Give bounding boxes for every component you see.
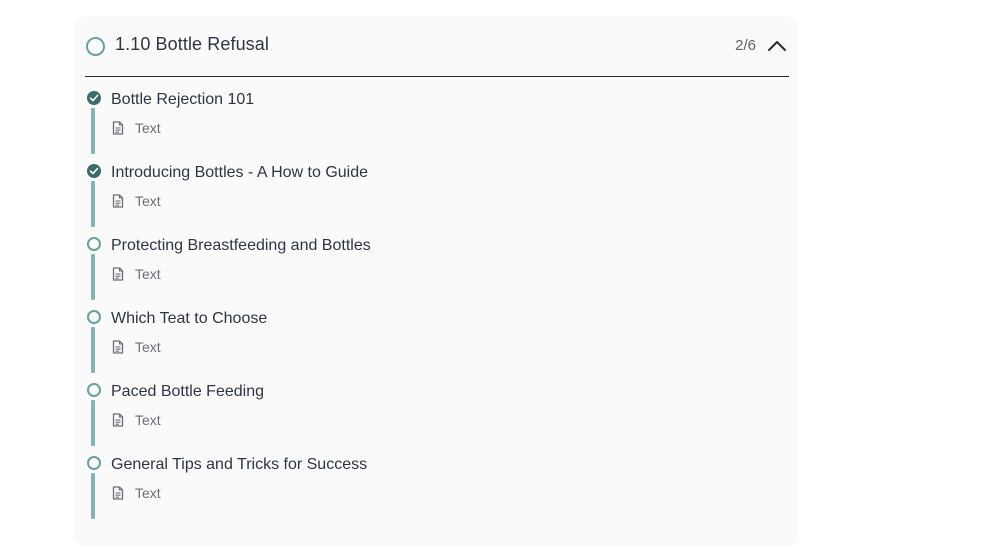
document-icon: [112, 413, 124, 427]
lesson-rail: [91, 327, 95, 373]
circle-outline-icon: [87, 383, 101, 397]
chevron-up-icon[interactable]: [766, 36, 788, 56]
lesson-type-label: Text: [135, 266, 161, 282]
lesson-item[interactable]: Paced Bottle Feeding Text: [75, 381, 798, 454]
lesson-title[interactable]: Paced Bottle Feeding: [111, 383, 264, 401]
lesson-rail: [91, 181, 95, 227]
lesson-rail: [91, 108, 95, 154]
lesson-rail: [91, 254, 95, 300]
lesson-title[interactable]: Which Teat to Choose: [111, 310, 267, 328]
circle-outline-icon: [87, 237, 101, 251]
lesson-list: Bottle Rejection 101 Text Introducing Bo…: [75, 89, 798, 527]
lesson-type-label: Text: [135, 485, 161, 501]
lesson-title[interactable]: Bottle Rejection 101: [111, 91, 254, 109]
lesson-type-label: Text: [135, 193, 161, 209]
lesson-type-label: Text: [135, 120, 161, 136]
lesson-type-label: Text: [135, 339, 161, 355]
document-icon: [112, 486, 124, 500]
module-status-icon: [86, 37, 105, 56]
circle-outline-icon: [87, 456, 101, 470]
module-title: 1.10 Bottle Refusal: [115, 34, 269, 54]
lesson-item[interactable]: General Tips and Tricks for Success Text: [75, 454, 798, 527]
circle-outline-icon: [87, 310, 101, 324]
lesson-item[interactable]: Protecting Breastfeeding and Bottles Tex…: [75, 235, 798, 308]
lesson-rail: [91, 400, 95, 446]
lesson-title[interactable]: Protecting Breastfeeding and Bottles: [111, 237, 371, 255]
lesson-item[interactable]: Bottle Rejection 101 Text: [75, 89, 798, 162]
module-card: 1.10 Bottle Refusal 2/6 Bottle Rejection…: [75, 16, 798, 546]
module-header[interactable]: 1.10 Bottle Refusal 2/6: [85, 16, 789, 77]
lesson-title[interactable]: General Tips and Tricks for Success: [111, 456, 367, 474]
check-circle-icon: [87, 91, 101, 105]
document-icon: [112, 121, 124, 135]
check-circle-icon: [87, 164, 101, 178]
lesson-item[interactable]: Introducing Bottles - A How to Guide Tex…: [75, 162, 798, 235]
lesson-title[interactable]: Introducing Bottles - A How to Guide: [111, 164, 368, 182]
module-progress: 2/6: [735, 37, 756, 54]
lesson-type-label: Text: [135, 412, 161, 428]
document-icon: [112, 194, 124, 208]
lesson-rail: [91, 473, 95, 519]
lesson-item[interactable]: Which Teat to Choose Text: [75, 308, 798, 381]
document-icon: [112, 267, 124, 281]
document-icon: [112, 340, 124, 354]
